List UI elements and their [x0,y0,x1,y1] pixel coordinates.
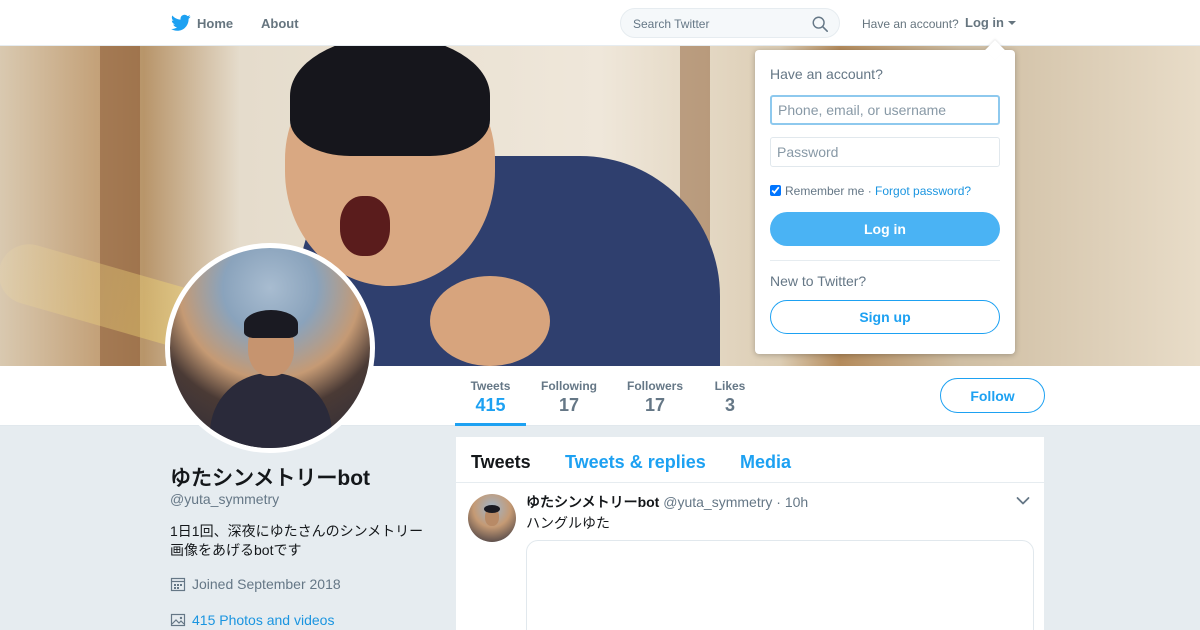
stat-likes[interactable]: Likes 3 [708,366,752,426]
remember-me-label[interactable]: Remember me [785,184,864,198]
dropdown-divider [770,260,1000,261]
new-to-twitter-text: New to Twitter? [770,273,867,289]
avatar-body [210,373,332,448]
tweet-header: ゆたシンメトリーbot @yuta_symmetry · 10h [526,492,808,512]
remember-separator: · [864,184,876,198]
stat-label: Likes [714,379,746,393]
nav-about-link[interactable]: About [261,16,299,31]
tab-tweets[interactable]: Tweets [471,452,531,473]
banner-mouth [340,196,390,256]
banner-arm [430,276,550,366]
follow-button[interactable]: Follow [940,378,1045,413]
signup-button[interactable]: Sign up [770,300,1000,334]
forgot-password-link[interactable]: Forgot password? [875,184,971,198]
stat-value: 415 [475,395,506,415]
stat-following[interactable]: Following 17 [536,366,602,426]
stat-value: 17 [558,395,580,415]
tweet-media[interactable] [526,540,1034,630]
profile-name[interactable]: ゆたシンメトリーbot [170,462,370,492]
photos-text[interactable]: 415 Photos and videos [192,612,334,628]
search-icon[interactable] [811,15,829,33]
stat-value: 3 [724,395,735,415]
profile-joined: Joined September 2018 [170,576,341,592]
profile-handle[interactable]: @yuta_symmetry [170,491,279,507]
profile-photos-link[interactable]: 415 Photos and videos [170,612,334,628]
username-field[interactable] [770,95,1000,125]
remember-me[interactable]: Remember me · Forgot password? [770,184,971,198]
banner-hair [290,46,490,156]
calendar-icon [170,577,186,592]
tweet-meta[interactable]: @yuta_symmetry · 10h [663,494,808,510]
nav-home-link[interactable]: Home [197,16,233,31]
have-account-text: Have an account? [862,17,959,31]
stat-label: Followers [626,379,683,393]
password-field[interactable] [770,137,1000,167]
stat-label: Following [541,379,597,393]
chevron-down-icon[interactable] [1016,496,1030,506]
tab-tweets-replies[interactable]: Tweets & replies [565,452,706,473]
stat-value: 17 [644,395,666,415]
image-icon [170,613,186,627]
top-navbar: Home About Search Twitter Have an accoun… [0,0,1200,46]
twitter-bird-icon[interactable] [171,14,191,32]
remember-me-checkbox[interactable] [770,185,781,196]
caret-down-icon[interactable] [1008,21,1016,25]
login-dropdown: Have an account? Remember me · Forgot pa… [755,40,1015,354]
stat-tweets[interactable]: Tweets 415 [455,366,526,426]
timeline: Tweets Tweets & replies Media ゆたシンメトリーbo… [456,437,1044,630]
tab-media[interactable]: Media [740,452,791,473]
stat-followers[interactable]: Followers 17 [622,366,688,426]
avatar-hair [244,310,298,338]
search-box[interactable]: Search Twitter [620,8,840,38]
search-input[interactable]: Search Twitter [633,17,709,31]
joined-text: Joined September 2018 [192,576,341,592]
login-button[interactable]: Log in [770,212,1000,246]
timeline-tabs: Tweets Tweets & replies Media [456,437,1044,483]
profile-avatar[interactable] [165,243,375,453]
stat-label: Tweets [470,379,511,393]
login-dropdown-toggle[interactable]: Log in [965,15,1004,30]
tweet-avatar[interactable] [468,494,516,542]
tweet-author-name[interactable]: ゆたシンメトリーbot [526,494,659,510]
tweet-avatar-hair [484,505,500,513]
dropdown-title: Have an account? [770,66,883,82]
tweet-text: ハングルゆた [526,515,610,531]
profile-bio: 1日1回、深夜にゆたさんのシンメトリー画像をあげるbotです [170,523,424,558]
